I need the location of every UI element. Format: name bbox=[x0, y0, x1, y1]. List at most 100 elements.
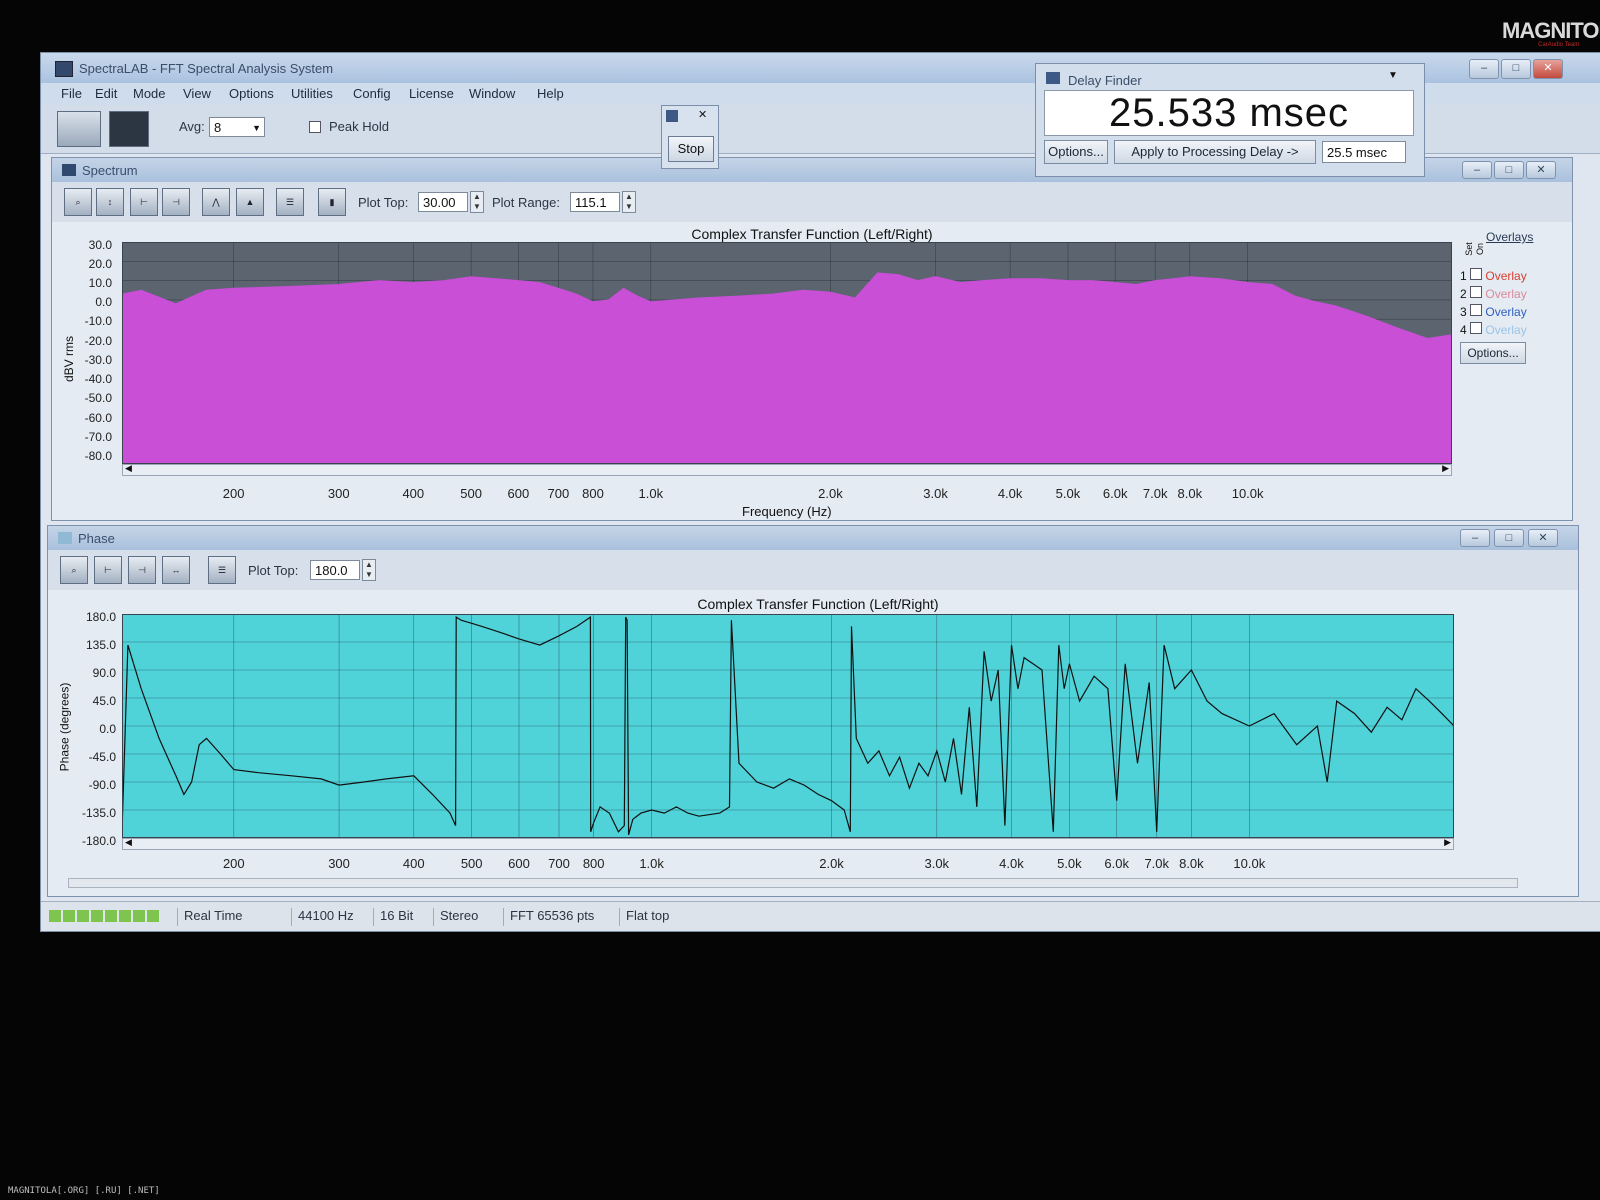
zoom-icon[interactable]: ⌕ bbox=[60, 556, 88, 584]
menu-window[interactable]: Window bbox=[469, 86, 515, 101]
minimize-icon[interactable]: – bbox=[1469, 59, 1499, 79]
close-icon[interactable]: ✕ bbox=[1528, 529, 1558, 547]
plot-range-label: Plot Range: bbox=[492, 195, 560, 210]
x-tick: 2.0k bbox=[818, 486, 843, 501]
x-tick: 300 bbox=[328, 856, 350, 871]
apply-processing-delay-button[interactable]: Apply to Processing Delay -> bbox=[1114, 140, 1316, 164]
main-horizontal-scrollbar[interactable] bbox=[68, 878, 1518, 888]
overlay-label[interactable]: Overlay bbox=[1485, 323, 1526, 337]
x-tick: 800 bbox=[582, 486, 604, 501]
monitor-icon[interactable] bbox=[109, 111, 149, 147]
close-icon[interactable]: ✕ bbox=[1526, 161, 1556, 179]
maximize-icon[interactable]: □ bbox=[1501, 59, 1531, 79]
x-tick: 1.0k bbox=[639, 856, 664, 871]
overlay-num: 4 bbox=[1460, 323, 1467, 337]
menu-help[interactable]: Help bbox=[537, 86, 564, 101]
list-icon[interactable]: ☰ bbox=[276, 188, 304, 216]
scroll-right-icon[interactable]: ▶ bbox=[1442, 463, 1449, 474]
phase-chart-title: Complex Transfer Function (Left/Right) bbox=[697, 596, 939, 612]
scroll-right-icon[interactable]: ▶ bbox=[1444, 837, 1451, 848]
spectrum-icon bbox=[62, 164, 76, 176]
spectrum-x-axis: 200 300 400 500 600 700 800 1.0k 2.0k 3.0k 4.0k 5.0… bbox=[122, 486, 1452, 504]
bar-icon[interactable]: ▮ bbox=[318, 188, 346, 216]
phase-title-bar: Phase – □ ✕ bbox=[48, 526, 1578, 550]
marker-icon[interactable]: ⊣ bbox=[128, 556, 156, 584]
overlay-label[interactable]: Overlay bbox=[1485, 305, 1526, 319]
list-icon[interactable]: ☰ bbox=[208, 556, 236, 584]
status-window: Flat top bbox=[619, 908, 669, 926]
peak-hold-checkbox[interactable] bbox=[309, 121, 321, 133]
phase-plot[interactable] bbox=[122, 614, 1454, 838]
overlay-label[interactable]: Overlay bbox=[1485, 269, 1526, 283]
stop-button[interactable]: Stop bbox=[668, 136, 714, 162]
menu-edit[interactable]: Edit bbox=[95, 86, 117, 101]
menu-file[interactable]: File bbox=[61, 86, 82, 101]
x-tick: 3.0k bbox=[924, 856, 950, 871]
avg-label: Avg: bbox=[179, 119, 205, 134]
plot-top-input[interactable]: 30.00 bbox=[418, 192, 468, 212]
stop-panel: ✕ Stop bbox=[661, 105, 719, 169]
phase-title: Phase bbox=[78, 531, 115, 546]
phase-scrollbar[interactable]: ◀ ▶ bbox=[122, 837, 1454, 850]
overlay-row-4: 4 Overlay bbox=[1460, 322, 1527, 337]
x-tick: 10.0k bbox=[1231, 486, 1264, 501]
menu-license[interactable]: License bbox=[409, 86, 454, 101]
scroll-left-icon[interactable]: ◀ bbox=[125, 463, 132, 474]
cursor-icon[interactable]: ↕ bbox=[96, 188, 124, 216]
overlay-options-button[interactable]: Options... bbox=[1460, 342, 1526, 364]
marker-icon[interactable]: ⊣ bbox=[162, 188, 190, 216]
close-icon[interactable]: ✕ bbox=[698, 108, 707, 121]
delay-finder-title: Delay Finder bbox=[1068, 73, 1142, 88]
phase-y-axis: 180.0 135.0 90.0 45.0 0.0 -45.0 -90.0 -1… bbox=[50, 610, 120, 848]
applied-delay-field: 25.5 msec bbox=[1322, 141, 1406, 163]
main-window: SpectraLAB - FFT Spectral Analysis Syste… bbox=[40, 52, 1600, 932]
menu-utilities[interactable]: Utilities bbox=[291, 86, 333, 101]
peak-icon[interactable]: ⋀ bbox=[202, 188, 230, 216]
overlay-checkbox[interactable] bbox=[1470, 268, 1483, 280]
x-tick: 400 bbox=[402, 856, 425, 871]
spectrum-scrollbar[interactable]: ◀ ▶ bbox=[122, 463, 1452, 476]
plot-top-spinner[interactable]: ▲ ▼ bbox=[470, 191, 484, 213]
maximize-icon[interactable]: □ bbox=[1494, 529, 1524, 547]
x-tick: 200 bbox=[222, 856, 245, 871]
delay-finder-icon bbox=[1046, 72, 1060, 84]
status-bits: 16 Bit bbox=[373, 908, 413, 926]
y-tick: -90.0 bbox=[88, 778, 116, 792]
minimize-icon[interactable]: – bbox=[1462, 161, 1492, 179]
menu-config[interactable]: Config bbox=[353, 86, 391, 101]
spectrum-y-label: dBV rms bbox=[62, 335, 77, 383]
avg-select[interactable]: 8 ▼ bbox=[209, 117, 265, 137]
scroll-left-icon[interactable]: ◀ bbox=[125, 837, 132, 848]
menu-mode[interactable]: Mode bbox=[133, 86, 166, 101]
plot-range-spinner[interactable]: ▲ ▼ bbox=[622, 191, 636, 213]
y-tick: 20.0 bbox=[88, 257, 112, 271]
x-tick: 10.0k bbox=[1233, 856, 1266, 871]
delay-options-button[interactable]: Options... bbox=[1044, 140, 1108, 164]
phase-toolbar: ⌕ ⊢ ⊣ ↔ ☰ Plot Top: 180.0 ▲ ▼ bbox=[48, 550, 1578, 590]
overlay-row-3: 3 Overlay bbox=[1460, 304, 1527, 319]
y-tick: 45.0 bbox=[92, 694, 116, 708]
menu-view[interactable]: View bbox=[183, 86, 211, 101]
close-icon[interactable]: ✕ bbox=[1533, 59, 1563, 79]
overlay-checkbox[interactable] bbox=[1470, 304, 1483, 316]
marker-icon[interactable]: ⊢ bbox=[130, 188, 158, 216]
marker-icon[interactable]: ⊢ bbox=[94, 556, 122, 584]
zoom-icon[interactable]: ⌕ bbox=[64, 188, 92, 216]
menu-options[interactable]: Options bbox=[229, 86, 274, 101]
chevron-down-icon: ▼ bbox=[252, 123, 261, 133]
chevron-down-icon[interactable]: ▼ bbox=[1388, 70, 1398, 81]
plot-range-input[interactable]: 115.1 bbox=[570, 192, 620, 212]
overlay-checkbox[interactable] bbox=[1470, 322, 1483, 334]
phase-plot-top-input[interactable]: 180.0 bbox=[310, 560, 360, 580]
y-tick: 30.0 bbox=[88, 238, 112, 252]
spectrum-plot[interactable] bbox=[122, 242, 1452, 464]
cursor-icon[interactable]: ↔ bbox=[162, 556, 190, 584]
fill-icon[interactable]: ▲ bbox=[236, 188, 264, 216]
maximize-icon[interactable]: □ bbox=[1494, 161, 1524, 179]
minimize-icon[interactable]: – bbox=[1460, 529, 1490, 547]
phase-plot-top-spinner[interactable]: ▲ ▼ bbox=[362, 559, 376, 581]
overlay-checkbox[interactable] bbox=[1470, 286, 1483, 298]
start-button[interactable] bbox=[57, 111, 101, 147]
overlay-num: 2 bbox=[1460, 287, 1467, 301]
overlay-label[interactable]: Overlay bbox=[1485, 287, 1526, 301]
